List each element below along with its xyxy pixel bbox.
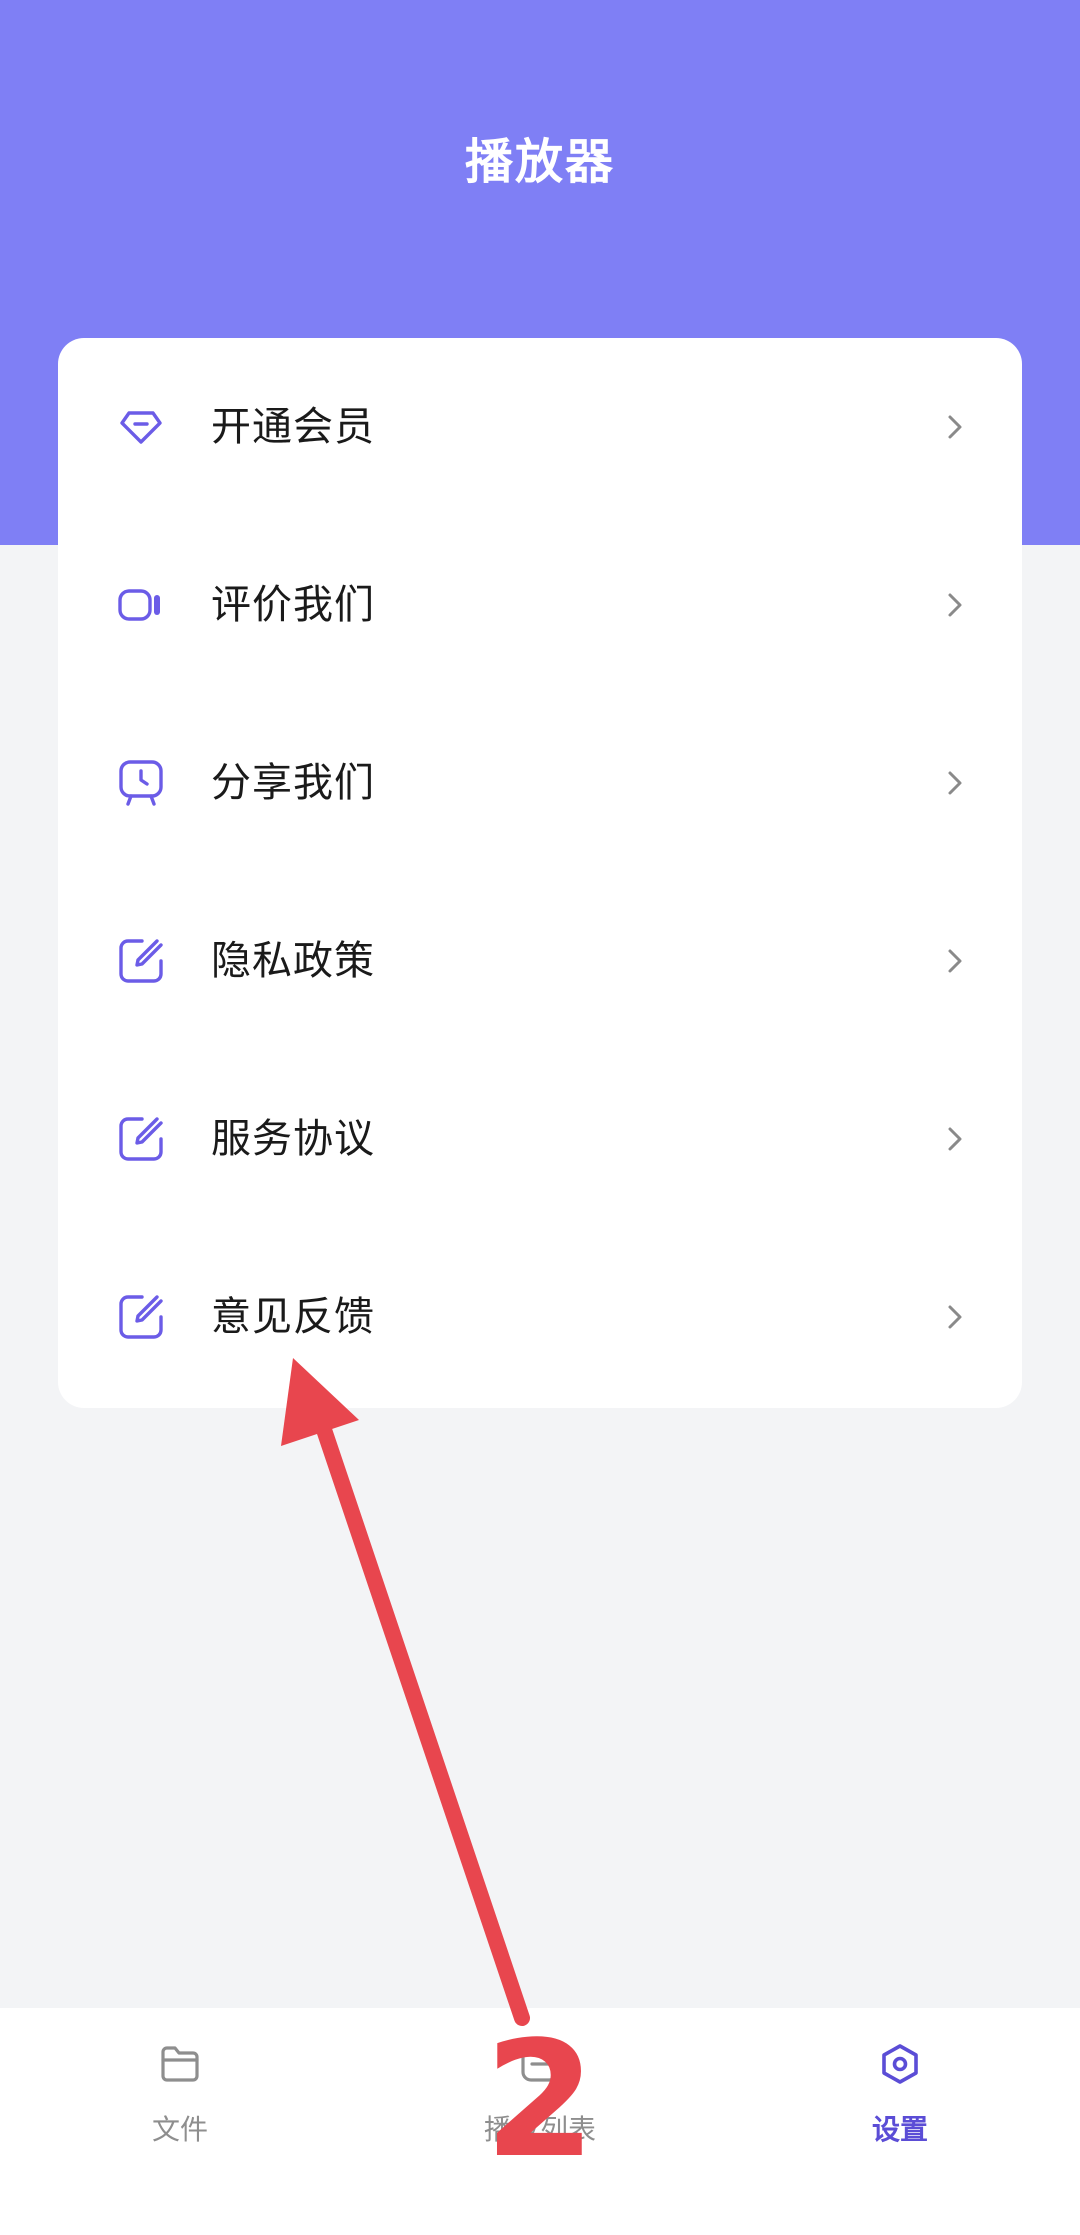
chevron-right-icon <box>940 412 970 442</box>
video-camera-icon <box>116 580 166 630</box>
chevron-right-icon <box>940 768 970 798</box>
chevron-right-icon <box>940 1302 970 1332</box>
settings-icon <box>878 2042 922 2086</box>
tab-label: 设置 <box>871 2113 928 2146</box>
tab-label: 文件 <box>151 2113 208 2146</box>
settings-item-terms[interactable]: 服务协议 <box>58 1050 1022 1228</box>
edit-icon <box>116 1114 166 1164</box>
bottom-tab-bar: 文件 播放列表 设置 <box>0 2008 1080 2235</box>
tv-clock-icon <box>116 758 166 808</box>
chevron-right-icon <box>940 590 970 620</box>
tab-settings[interactable]: 设置 <box>720 2008 1080 2235</box>
folder-icon <box>158 2042 202 2086</box>
settings-item-privacy[interactable]: 隐私政策 <box>58 872 1022 1050</box>
edit-icon <box>116 936 166 986</box>
edit-icon <box>116 1292 166 1342</box>
page-title: 播放器 <box>464 134 615 190</box>
settings-item-vip[interactable]: 开通会员 <box>58 338 1022 516</box>
settings-item-label: 服务协议 <box>211 1116 375 1162</box>
diamond-icon <box>116 402 166 452</box>
settings-item-label: 隐私政策 <box>211 938 375 984</box>
playlist-icon <box>518 2042 562 2086</box>
settings-item-share[interactable]: 分享我们 <box>58 694 1022 872</box>
tab-playlist[interactable]: 播放列表 <box>360 2008 720 2235</box>
settings-item-feedback[interactable]: 意见反馈 <box>58 1228 1022 1406</box>
settings-item-label: 开通会员 <box>211 404 375 450</box>
settings-card: 开通会员 评价我们 分享我们 隐私政策 服务协议 意见反馈 <box>58 338 1022 1408</box>
chevron-right-icon <box>940 946 970 976</box>
settings-item-label: 意见反馈 <box>211 1294 375 1340</box>
settings-item-label: 评价我们 <box>211 582 375 628</box>
tab-label: 播放列表 <box>483 2113 596 2146</box>
settings-item-rate[interactable]: 评价我们 <box>58 516 1022 694</box>
settings-item-label: 分享我们 <box>211 760 375 806</box>
tab-files[interactable]: 文件 <box>0 2008 360 2235</box>
chevron-right-icon <box>940 1124 970 1154</box>
